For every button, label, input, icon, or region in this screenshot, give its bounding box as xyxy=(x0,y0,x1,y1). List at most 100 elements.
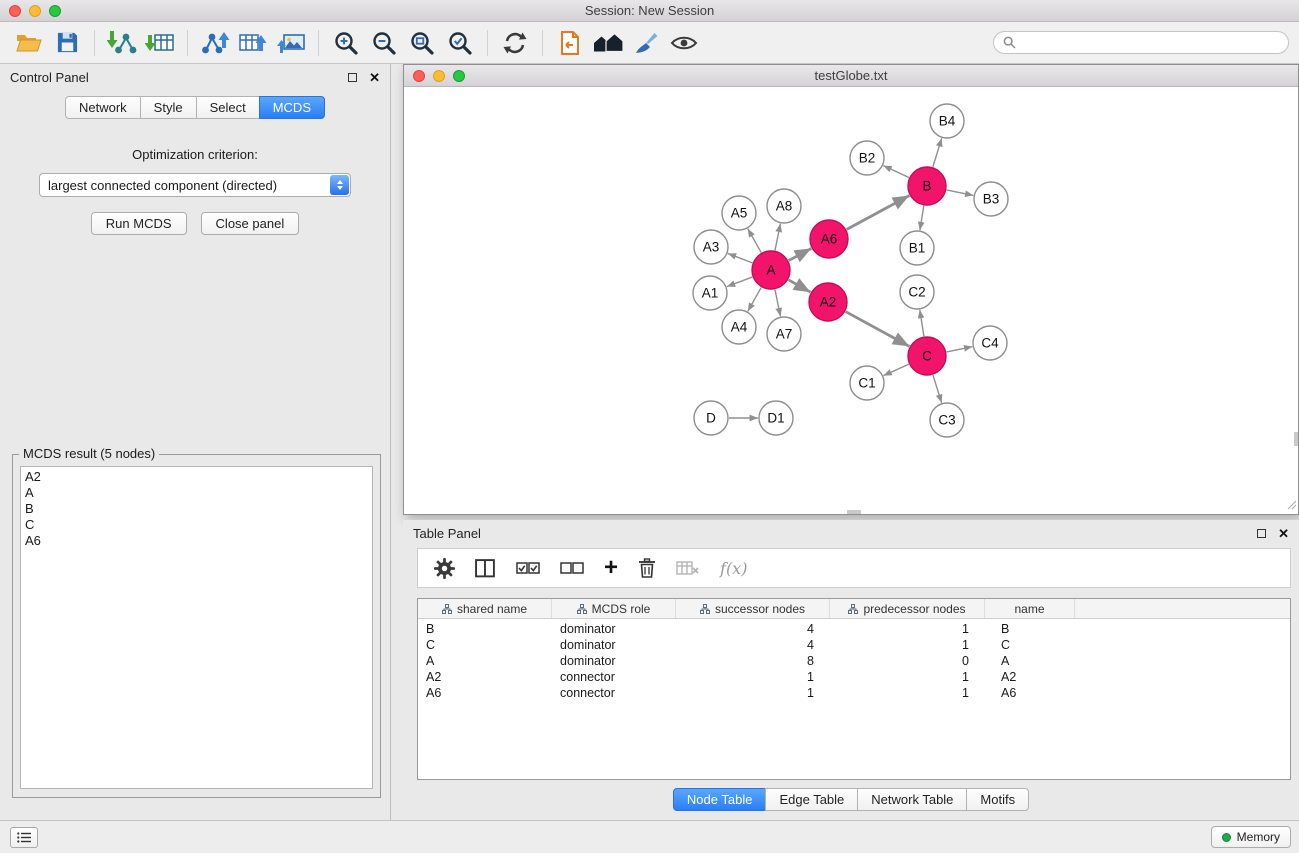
tab-network-table[interactable]: Network Table xyxy=(857,788,967,811)
graph-node-D1[interactable]: D1 xyxy=(759,401,793,435)
graph-node-C2[interactable]: C2 xyxy=(900,275,934,309)
graph-edge-A-A3[interactable] xyxy=(728,253,753,262)
mcds-result-item[interactable]: A6 xyxy=(21,533,372,549)
select-all-button[interactable] xyxy=(516,561,540,575)
graph-edge-A-A1[interactable] xyxy=(727,277,752,287)
graph-edge-A2-C[interactable] xyxy=(846,312,910,347)
graph-node-A4[interactable]: A4 xyxy=(722,310,756,344)
horizontal-scrollbar-thumb[interactable] xyxy=(847,510,861,514)
mcds-result-item[interactable]: C xyxy=(21,517,372,533)
table-row[interactable]: A6connector11A6 xyxy=(418,685,1290,701)
table-settings-button[interactable] xyxy=(434,558,455,579)
graphics-details-button[interactable] xyxy=(628,26,664,60)
graph-node-B4[interactable]: B4 xyxy=(930,104,964,138)
graph-node-A1[interactable]: A1 xyxy=(693,276,727,310)
table-row[interactable]: Cdominator41C xyxy=(418,637,1290,653)
graph-node-A[interactable]: A xyxy=(752,251,790,289)
zoom-window-icon[interactable] xyxy=(49,5,61,17)
close-panel-button[interactable]: Close panel xyxy=(201,212,300,235)
graph-edge-A-A8[interactable] xyxy=(775,224,780,251)
network-window-titlebar[interactable]: testGlobe.txt xyxy=(404,65,1298,87)
graph-edge-A-A7[interactable] xyxy=(775,290,780,317)
export-image-button[interactable] xyxy=(273,26,309,60)
import-network-button[interactable] xyxy=(104,26,140,60)
zoom-network-icon[interactable] xyxy=(453,70,465,82)
tab-mcds[interactable]: MCDS xyxy=(259,96,325,119)
table-row[interactable]: A2connector11A2 xyxy=(418,669,1290,685)
minimize-window-icon[interactable] xyxy=(29,5,41,17)
column-header-mcds-role[interactable]: MCDS role xyxy=(552,599,676,618)
graph-node-A5[interactable]: A5 xyxy=(722,196,756,230)
home-button[interactable] xyxy=(590,26,626,60)
graph-node-A6[interactable]: A6 xyxy=(810,220,848,258)
graph-node-B[interactable]: B xyxy=(908,167,946,205)
search-input[interactable] xyxy=(1022,36,1279,50)
mcds-result-item[interactable]: A2 xyxy=(21,469,372,485)
network-graph[interactable]: B4 B2 B B3 A5 A8 A6 A3 B1 A A1 C2 A2 A4 A7 C4 C C1 C3 D D1 xyxy=(404,87,1298,514)
export-network-button[interactable] xyxy=(197,26,233,60)
export-table-button[interactable] xyxy=(235,26,271,60)
graph-node-A8[interactable]: A8 xyxy=(767,189,801,223)
close-table-panel-icon[interactable]: ✕ xyxy=(1278,527,1289,540)
open-file-button[interactable] xyxy=(11,26,47,60)
float-table-panel-icon[interactable] xyxy=(1257,529,1266,538)
graph-node-C[interactable]: C xyxy=(908,337,946,375)
graph-node-A3[interactable]: A3 xyxy=(694,230,728,264)
import-table-button[interactable] xyxy=(142,26,178,60)
zoom-selected-button[interactable] xyxy=(442,26,478,60)
graph-node-C4[interactable]: C4 xyxy=(973,326,1007,360)
graph-node-A7[interactable]: A7 xyxy=(767,317,801,351)
column-visibility-button[interactable] xyxy=(475,559,496,578)
column-header-predecessor-nodes[interactable]: predecessor nodes xyxy=(830,599,985,618)
task-history-button[interactable] xyxy=(10,827,38,848)
graph-edge-A-A2[interactable] xyxy=(788,280,810,292)
graph-edge-B-B3[interactable] xyxy=(947,190,974,195)
close-panel-icon[interactable]: ✕ xyxy=(369,71,380,84)
minimize-network-icon[interactable] xyxy=(433,70,445,82)
column-header-name[interactable]: name xyxy=(985,599,1075,618)
graph-edge-C-C2[interactable] xyxy=(920,310,924,336)
mcds-result-item[interactable]: B xyxy=(21,501,372,517)
table-row[interactable]: Bdominator41B xyxy=(418,621,1290,637)
graph-node-B1[interactable]: B1 xyxy=(900,231,934,265)
mcds-result-item[interactable]: A xyxy=(21,485,372,501)
graph-node-A2[interactable]: A2 xyxy=(809,283,847,321)
tab-style[interactable]: Style xyxy=(140,96,197,119)
graph-edge-A-A4[interactable] xyxy=(748,287,761,311)
column-header-successor-nodes[interactable]: successor nodes xyxy=(676,599,830,618)
show-hide-button[interactable] xyxy=(666,26,702,60)
graph-node-D[interactable]: D xyxy=(694,401,728,435)
graph-node-C1[interactable]: C1 xyxy=(850,366,884,400)
vertical-scrollbar-thumb[interactable] xyxy=(1294,432,1298,446)
graph-node-C3[interactable]: C3 xyxy=(930,403,964,437)
save-session-button[interactable] xyxy=(49,26,85,60)
delete-table-button[interactable] xyxy=(676,560,700,576)
graph-node-B2[interactable]: B2 xyxy=(850,141,884,175)
tab-node-table[interactable]: Node Table xyxy=(673,788,767,811)
column-header-shared-name[interactable]: shared name xyxy=(418,599,552,618)
graph-edge-C-C3[interactable] xyxy=(933,375,942,403)
add-column-button[interactable]: + xyxy=(604,556,618,580)
memory-button[interactable]: Memory xyxy=(1211,826,1291,848)
table-row[interactable]: Adominator80A xyxy=(418,653,1290,669)
close-network-icon[interactable] xyxy=(413,70,425,82)
tab-edge-table[interactable]: Edge Table xyxy=(765,788,858,811)
import-document-button[interactable] xyxy=(552,26,588,60)
resize-handle-icon[interactable] xyxy=(1287,498,1297,513)
graph-node-B3[interactable]: B3 xyxy=(974,182,1008,216)
run-mcds-button[interactable]: Run MCDS xyxy=(91,212,187,235)
close-window-icon[interactable] xyxy=(9,5,21,17)
network-canvas[interactable]: B4 B2 B B3 A5 A8 A6 A3 B1 A A1 C2 A2 A4 A7 C4 C C1 C3 D D1 xyxy=(404,87,1298,514)
tab-select[interactable]: Select xyxy=(196,96,260,119)
graph-edge-B-B1[interactable] xyxy=(920,206,924,230)
zoom-out-button[interactable] xyxy=(366,26,402,60)
function-builder-button[interactable]: f(x) xyxy=(720,559,747,578)
apply-layout-button[interactable] xyxy=(497,26,533,60)
tab-network[interactable]: Network xyxy=(65,96,141,119)
optimization-criterion-dropdown[interactable]: largest connected component (directed) xyxy=(39,173,351,197)
graph-edge-C-C4[interactable] xyxy=(947,347,973,352)
float-panel-icon[interactable] xyxy=(348,73,357,82)
deselect-all-button[interactable] xyxy=(560,561,584,575)
graph-edge-C-C1[interactable] xyxy=(883,364,908,375)
graph-edge-A-A5[interactable] xyxy=(748,229,761,253)
